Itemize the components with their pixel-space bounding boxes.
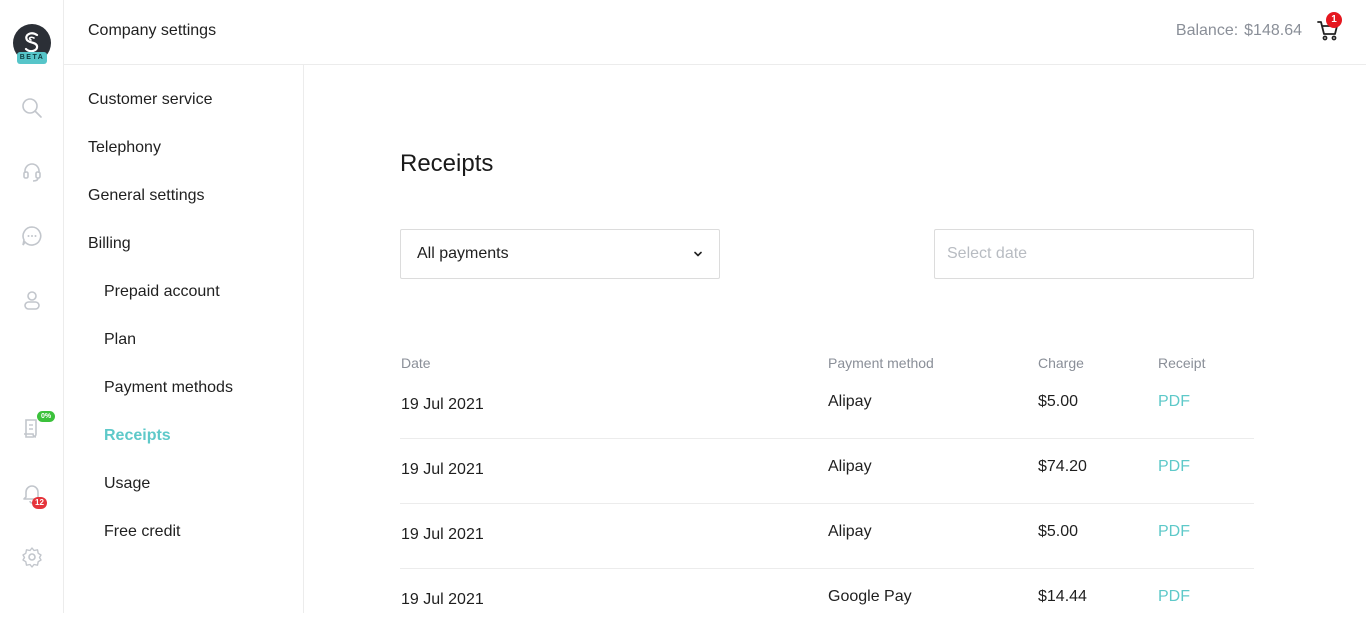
receipt-pdf-link[interactable]: PDF [1158,588,1190,606]
chevron-down-icon [694,251,702,257]
column-header-receipt: Receipt [1158,355,1206,371]
chat-icon[interactable] [20,224,44,248]
row-method: Alipay [828,458,872,475]
table-row: 19 Jul 2021 Alipay $5.00 PDF [400,504,1254,569]
user-icon[interactable] [20,288,44,312]
column-header-date: Date [401,355,431,371]
usage-percent-badge: 0% [37,411,56,422]
row-method: Alipay [828,523,872,540]
column-header-charge: Charge [1038,355,1084,371]
payment-filter-select[interactable]: All payments [400,229,720,279]
notification-count-badge: 12 [32,497,47,509]
row-method: Alipay [828,393,872,410]
nav-general-settings[interactable]: General settings [88,187,205,205]
table-row: 19 Jul 2021 Alipay $5.00 PDF [400,374,1254,439]
settings-nav: Customer service Telephony General setti… [64,65,304,613]
nav-usage[interactable]: Usage [104,475,150,493]
receipt-pdf-link[interactable]: PDF [1158,523,1190,541]
icon-rail: BETA 0% 12 [0,0,64,613]
nav-telephony[interactable]: Telephony [88,139,161,157]
main-content: Receipts All payments Date Payment metho… [305,65,1366,613]
row-charge: $5.00 [1038,523,1079,540]
row-date: 19 Jul 2021 [401,461,484,478]
nav-receipts[interactable]: Receipts [104,427,171,445]
row-date: 19 Jul 2021 [401,526,484,543]
row-charge: $5.00 [1038,393,1079,410]
page-title: Receipts [400,150,494,177]
payment-filter-value: All payments [417,245,509,262]
nav-customer-service[interactable]: Customer service [88,91,212,109]
top-bar: Company settings Balance: $148.64 1 [64,0,1366,65]
balance-value: $148.64 [1244,22,1302,39]
nav-free-credit[interactable]: Free credit [104,523,180,541]
nav-prepaid-account[interactable]: Prepaid account [104,283,220,301]
cart-count-badge: 1 [1326,12,1342,28]
row-charge: $14.44 [1038,588,1087,605]
beta-badge: BETA [17,52,47,64]
table-row: 19 Jul 2021 Alipay $74.20 PDF [400,439,1254,504]
page-header-title: Company settings [88,22,217,39]
row-charge: $74.20 [1038,458,1087,475]
headset-icon[interactable] [20,160,44,184]
receipt-pdf-link[interactable]: PDF [1158,393,1190,411]
row-method: Google Pay [828,588,912,605]
nav-billing[interactable]: Billing [88,235,131,253]
row-date: 19 Jul 2021 [401,591,484,608]
balance-display: Balance: $148.64 [1176,22,1302,40]
nav-payment-methods[interactable]: Payment methods [104,379,233,397]
column-header-method: Payment method [828,355,934,371]
date-picker-input[interactable] [934,229,1254,279]
table-row: 19 Jul 2021 Google Pay $14.44 PDF [400,569,1254,634]
gear-icon[interactable] [20,545,44,569]
receipt-pdf-link[interactable]: PDF [1158,458,1190,476]
row-date: 19 Jul 2021 [401,396,484,413]
balance-label: Balance: [1175,22,1239,39]
nav-plan[interactable]: Plan [104,331,136,349]
search-icon[interactable] [20,96,44,120]
